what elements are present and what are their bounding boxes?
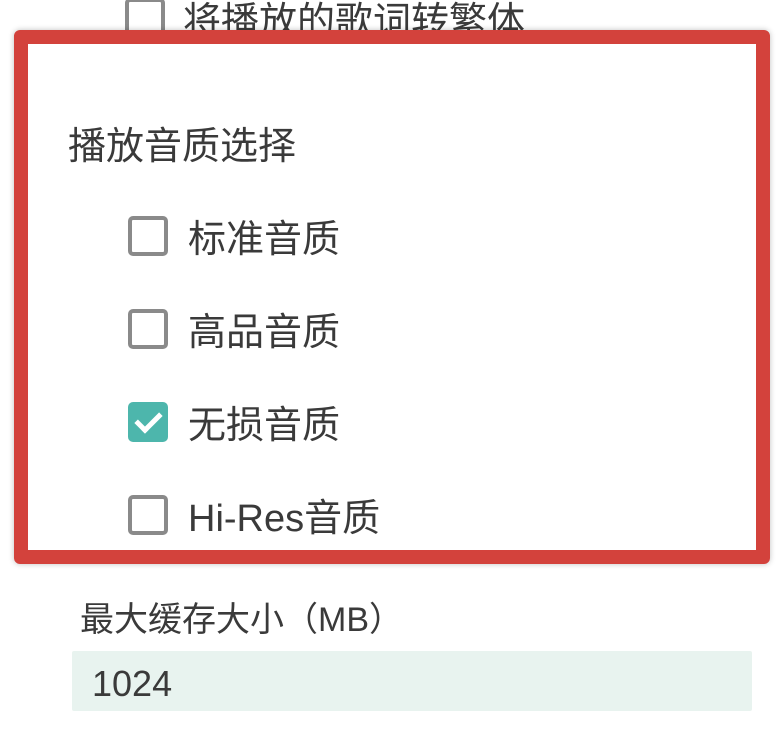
cache-input[interactable]: 1024 [72,651,752,711]
section-title: 播放音质选择 [68,115,784,170]
lyrics-traditional-row[interactable]: 将播放的歌词转繁体 [0,0,784,45]
quality-section: 播放音质选择 标准音质 高品音质 无损音质 Hi-Res音质 [0,45,784,542]
checkbox-icon [128,309,168,349]
quality-option-label: 高品音质 [188,301,340,356]
checkbox-icon [128,402,168,442]
quality-option-label: Hi-Res音质 [188,487,380,542]
quality-option-label: 无损音质 [188,394,340,449]
checkbox-icon [128,495,168,535]
quality-option-lossless[interactable]: 无损音质 [68,394,784,449]
lyrics-traditional-label: 将播放的歌词转繁体 [183,0,525,45]
quality-option-hires[interactable]: Hi-Res音质 [68,487,784,542]
cache-value: 1024 [92,663,732,705]
quality-option-label: 标准音质 [188,208,340,263]
quality-option-standard[interactable]: 标准音质 [68,208,784,263]
quality-option-high[interactable]: 高品音质 [68,301,784,356]
cache-label: 最大缓存大小（MB） [80,592,784,641]
cache-section: 最大缓存大小（MB） 1024 [0,592,784,711]
checkbox-icon [128,216,168,256]
checkbox-icon [125,0,165,38]
